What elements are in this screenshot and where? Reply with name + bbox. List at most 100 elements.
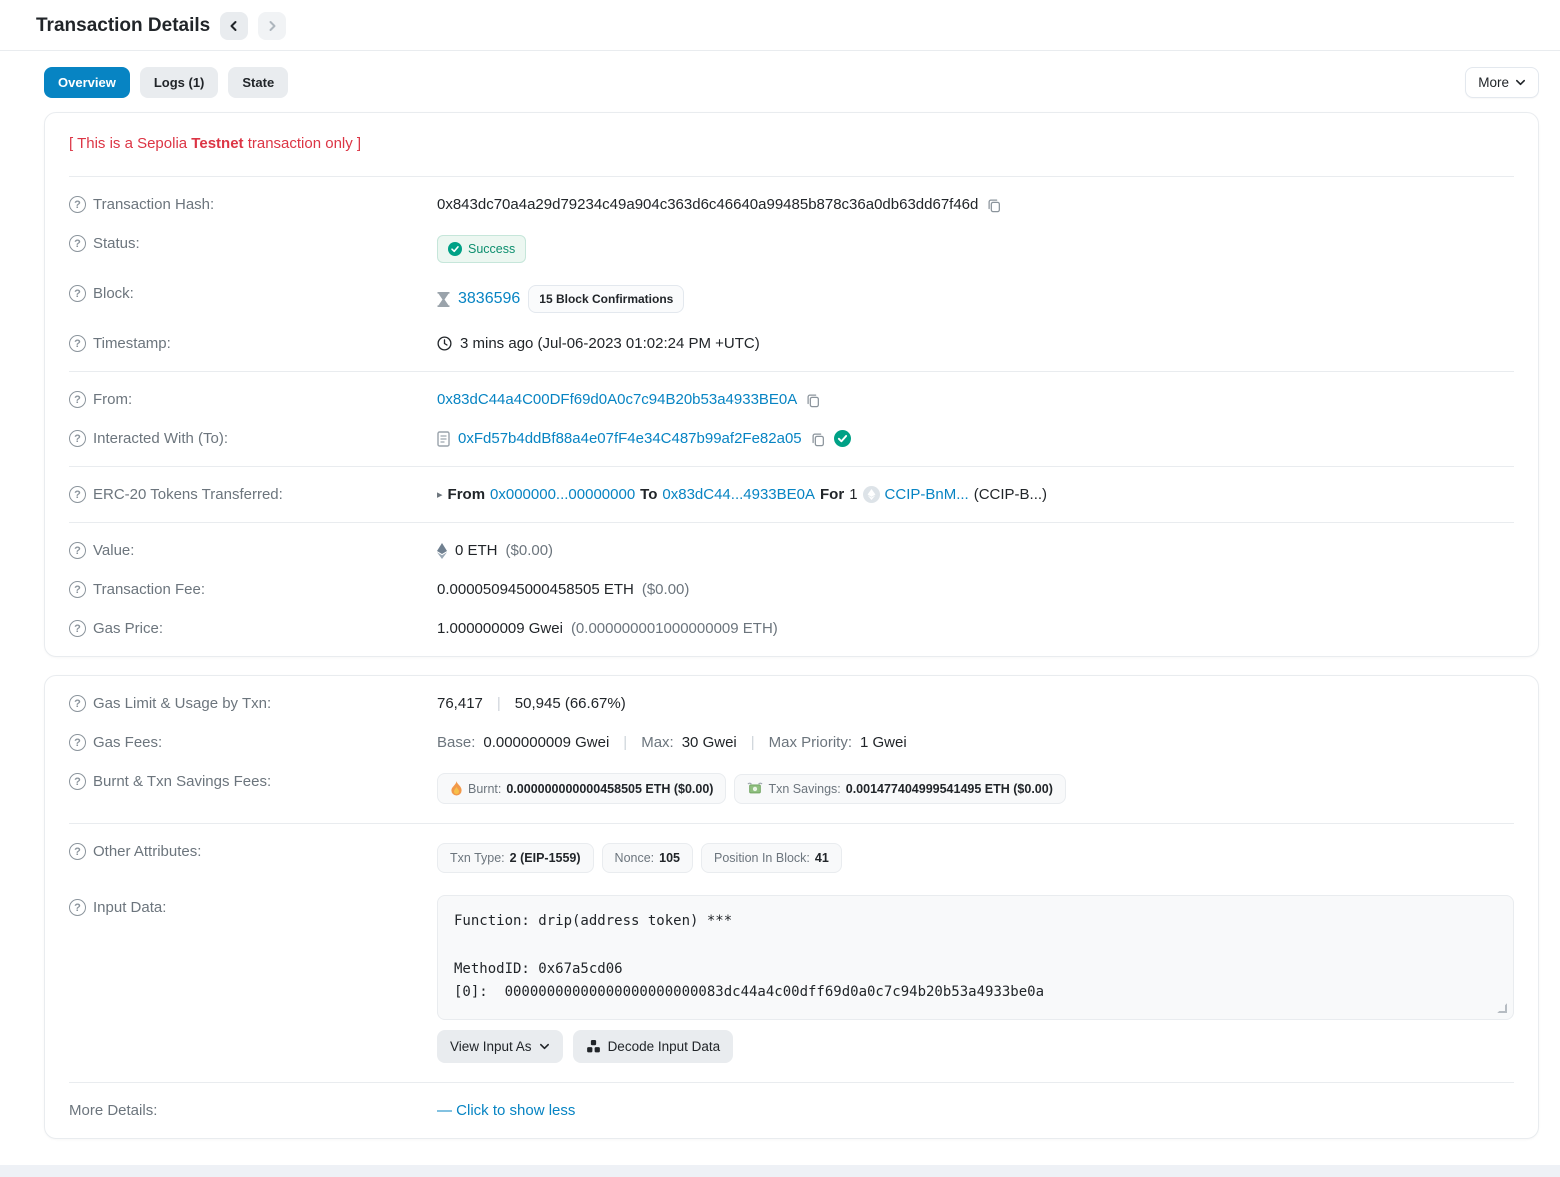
chevron-down-icon — [539, 1041, 550, 1052]
timestamp-label-group: ? Timestamp: — [69, 335, 437, 352]
help-icon[interactable]: ? — [69, 542, 86, 559]
burnt-savings-label: Burnt & Txn Savings Fees: — [93, 773, 271, 790]
copy-icon — [986, 197, 1002, 213]
transfer-to-label: To — [640, 486, 657, 503]
divider — [69, 371, 1514, 372]
help-icon[interactable]: ? — [69, 773, 86, 790]
transaction-fee-usd: ($0.00) — [642, 581, 690, 598]
divider — [69, 1082, 1514, 1083]
view-input-as-button[interactable]: View Input As — [437, 1030, 563, 1063]
value-usd: ($0.00) — [506, 542, 554, 559]
transaction-hash-value: 0x843dc70a4a29d79234c49a904c363d6c46640a… — [437, 196, 978, 213]
transaction-fee-label: Transaction Fee: — [93, 581, 205, 598]
transfer-from-label: From — [448, 486, 486, 503]
from-row: ? From: 0x83dC44a4C00DFf69d0A0c7c94B20b5… — [69, 380, 1514, 419]
gas-fees-row: ? Gas Fees: Base: 0.000000009 Gwei | Max… — [69, 723, 1514, 762]
caret-right-icon: ▸ — [437, 488, 443, 501]
transfer-amount: 1 — [849, 486, 857, 503]
block-label-group: ? Block: — [69, 285, 437, 302]
help-icon[interactable]: ? — [69, 899, 86, 916]
next-transaction-button[interactable] — [258, 12, 286, 40]
input-data-row: ? Input Data: Function: drip(address tok… — [69, 884, 1514, 1074]
verified-check-icon — [834, 430, 851, 447]
input-data-label-group: ? Input Data: — [69, 895, 437, 916]
value-label: Value: — [93, 542, 134, 559]
burnt-savings-label-group: ? Burnt & Txn Savings Fees: — [69, 773, 437, 790]
tabs: Overview Logs (1) State — [44, 67, 1465, 98]
help-icon[interactable]: ? — [69, 734, 86, 751]
more-details-row: More Details: — Click to show less — [69, 1091, 1514, 1130]
tab-state[interactable]: State — [228, 67, 288, 98]
from-address-link[interactable]: 0x83dC44a4C00DFf69d0A0c7c94B20b53a4933BE… — [437, 391, 797, 408]
gas-price-label-group: ? Gas Price: — [69, 620, 437, 637]
transaction-details-page: Transaction Details Overview Logs (1) St… — [0, 0, 1560, 1177]
transfer-to-address-link[interactable]: 0x83dC44...4933BE0A — [662, 486, 815, 503]
transaction-fee-amount: 0.000050945000458505 ETH — [437, 581, 634, 598]
txn-type-label: Txn Type: — [450, 851, 505, 865]
pipe-separator: | — [745, 734, 761, 751]
transaction-fee-row: ? Transaction Fee: 0.000050945000458505 … — [69, 570, 1514, 609]
eth-diamond-icon — [437, 543, 447, 559]
tab-bar: Overview Logs (1) State More — [0, 51, 1560, 112]
help-icon[interactable]: ? — [69, 843, 86, 860]
help-icon[interactable]: ? — [69, 196, 86, 213]
chevron-right-icon — [266, 20, 278, 32]
previous-transaction-button[interactable] — [220, 12, 248, 40]
tab-overview[interactable]: Overview — [44, 67, 130, 98]
testnet-notice-suffix: transaction only ] — [244, 135, 362, 152]
timestamp-label: Timestamp: — [93, 335, 171, 352]
status-row: ? Status: Success — [69, 224, 1514, 274]
txn-savings-value: 0.001477404999541495 ETH ($0.00) — [846, 782, 1053, 796]
click-to-show-less-link[interactable]: — Click to show less — [437, 1102, 575, 1119]
interacted-with-row: ? Interacted With (To): 0xFd57b4ddBf88a4… — [69, 419, 1514, 458]
testnet-notice-prefix: [ This is a Sepolia — [69, 135, 191, 152]
transfer-from-address-link[interactable]: 0x000000...00000000 — [490, 486, 635, 503]
help-icon[interactable]: ? — [69, 486, 86, 503]
token-logo-icon — [863, 486, 880, 503]
contract-file-icon — [437, 431, 450, 447]
copy-from-address-button[interactable] — [805, 392, 821, 408]
chevron-down-icon — [1515, 77, 1526, 88]
transfer-for-label: For — [820, 486, 844, 503]
more-button[interactable]: More — [1465, 67, 1539, 98]
block-number-link[interactable]: 3836596 — [458, 290, 520, 308]
txn-type-badge: Txn Type: 2 (EIP-1559) — [437, 843, 594, 873]
overview-card: [ This is a Sepolia Testnet transaction … — [44, 112, 1539, 657]
transaction-hash-label-group: ? Transaction Hash: — [69, 196, 437, 213]
other-attributes-row: ? Other Attributes: Txn Type: 2 (EIP-155… — [69, 832, 1514, 884]
value-label-group: ? Value: — [69, 542, 437, 559]
transaction-fee-label-group: ? Transaction Fee: — [69, 581, 437, 598]
footer-background-strip — [0, 1165, 1560, 1177]
help-icon[interactable]: ? — [69, 235, 86, 252]
txn-savings-badge: Txn Savings: 0.001477404999541495 ETH ($… — [734, 774, 1065, 804]
interacted-with-label: Interacted With (To): — [93, 430, 228, 447]
erc20-transfer-label: ERC-20 Tokens Transferred: — [93, 486, 283, 503]
help-icon[interactable]: ? — [69, 695, 86, 712]
token-name-link[interactable]: CCIP-BnM... — [885, 486, 969, 503]
interacted-with-address-link[interactable]: 0xFd57b4ddBf88a4e07fF4e34C487b99af2Fe82a… — [458, 430, 802, 447]
help-icon[interactable]: ? — [69, 430, 86, 447]
position-in-block-label: Position In Block: — [714, 851, 810, 865]
copy-transaction-hash-button[interactable] — [986, 197, 1002, 213]
input-data-textarea[interactable]: Function: drip(address token) *** Method… — [437, 895, 1514, 1020]
help-icon[interactable]: ? — [69, 620, 86, 637]
gas-limit-usage-row: ? Gas Limit & Usage by Txn: 76,417 | 50,… — [69, 684, 1514, 723]
divider — [69, 466, 1514, 467]
decode-input-data-button[interactable]: Decode Input Data — [573, 1030, 734, 1063]
status-label-group: ? Status: — [69, 235, 437, 252]
gas-price-amount: 1.000000009 Gwei — [437, 620, 563, 637]
help-icon[interactable]: ? — [69, 581, 86, 598]
gas-fees-max-priority-label: Max Priority: — [769, 734, 852, 751]
flame-icon — [450, 781, 463, 796]
position-in-block-badge: Position In Block: 41 — [701, 843, 842, 873]
gas-price-eth: (0.000000001000000009 ETH) — [571, 620, 778, 637]
help-icon[interactable]: ? — [69, 391, 86, 408]
tab-logs[interactable]: Logs (1) — [140, 67, 219, 98]
decode-input-data-label: Decode Input Data — [608, 1039, 721, 1054]
help-icon[interactable]: ? — [69, 285, 86, 302]
from-label-group: ? From: — [69, 391, 437, 408]
copy-interacted-with-address-button[interactable] — [810, 431, 826, 447]
divider — [69, 823, 1514, 824]
help-icon[interactable]: ? — [69, 335, 86, 352]
gas-limit-usage-label: Gas Limit & Usage by Txn: — [93, 695, 271, 712]
